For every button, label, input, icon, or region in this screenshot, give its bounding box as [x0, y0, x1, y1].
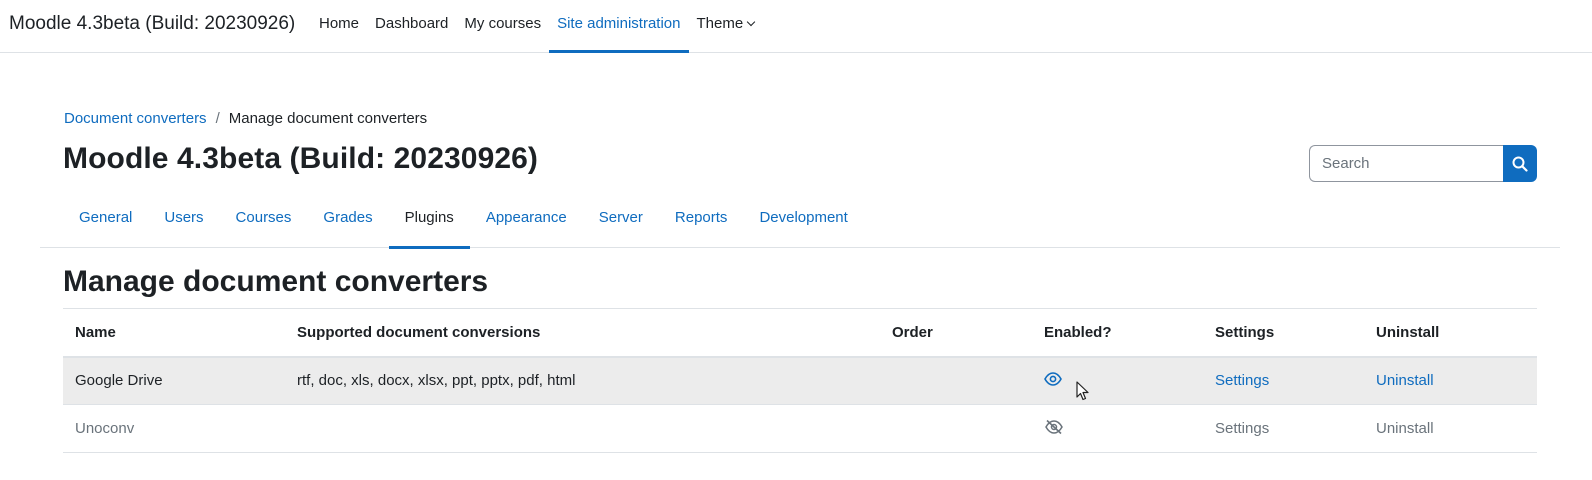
nav-theme-label: Theme: [696, 15, 744, 32]
table-header-row: Name Supported document conversions Orde…: [63, 308, 1537, 358]
converter-name: Google Drive: [63, 356, 285, 405]
nav-home[interactable]: Home: [311, 0, 367, 53]
header-settings: Settings: [1203, 308, 1364, 358]
converter-uninstall-cell: Uninstall: [1364, 356, 1537, 405]
search-input[interactable]: [1309, 145, 1503, 182]
eye-slash-icon[interactable]: [1044, 419, 1064, 439]
secondary-navigation: General Users Courses Grades Plugins App…: [40, 198, 1560, 249]
breadcrumb-separator: /: [215, 110, 220, 127]
settings-link[interactable]: Settings: [1215, 420, 1269, 437]
search-button[interactable]: [1503, 145, 1537, 182]
breadcrumb-document-converters[interactable]: Document converters: [64, 110, 207, 127]
header-name: Name: [63, 308, 285, 358]
converter-conversions: rtf, doc, xls, docx, xlsx, ppt, pptx, pd…: [285, 356, 880, 405]
table-row: Google Drive rtf, doc, xls, docx, xlsx, …: [63, 356, 1537, 405]
site-brand[interactable]: Moodle 4.3beta (Build: 20230926): [9, 13, 295, 35]
eye-icon[interactable]: [1044, 371, 1062, 390]
tab-reports[interactable]: Reports: [659, 198, 744, 248]
tab-plugins[interactable]: Plugins: [388, 198, 471, 249]
tab-appearance[interactable]: Appearance: [470, 198, 583, 248]
settings-link[interactable]: Settings: [1215, 372, 1269, 389]
header-uninstall: Uninstall: [1364, 308, 1537, 358]
header-conversions: Supported document conversions: [285, 308, 880, 358]
nav-theme-dropdown[interactable]: Theme: [689, 0, 763, 53]
converter-enabled-cell: [1032, 356, 1203, 405]
nav-my-courses[interactable]: My courses: [456, 0, 549, 53]
tab-grades[interactable]: Grades: [307, 198, 388, 248]
primary-navigation: Home Dashboard My courses Site administr…: [311, 0, 762, 53]
tab-general[interactable]: General: [63, 198, 148, 248]
top-navbar: Moodle 4.3beta (Build: 20230926) Home Da…: [0, 0, 1592, 53]
converter-order: [880, 404, 1032, 453]
mouse-cursor-icon: [1076, 381, 1089, 401]
chevron-down-icon: [746, 17, 756, 27]
converter-settings-cell: Settings: [1203, 356, 1364, 405]
tab-courses[interactable]: Courses: [220, 198, 308, 248]
table-row: Unoconv Settings Uninstall: [63, 404, 1537, 453]
converter-conversions: [285, 404, 880, 453]
tab-development[interactable]: Development: [743, 198, 863, 248]
tab-users[interactable]: Users: [148, 198, 219, 248]
uninstall-link[interactable]: Uninstall: [1376, 420, 1434, 437]
header-enabled: Enabled?: [1032, 308, 1203, 358]
converters-table: Name Supported document conversions Orde…: [63, 308, 1537, 453]
header-order: Order: [880, 308, 1032, 358]
converter-name: Unoconv: [63, 404, 285, 453]
tab-server[interactable]: Server: [583, 198, 659, 248]
breadcrumb: Document converters / Manage document co…: [64, 110, 427, 127]
converter-settings-cell: Settings: [1203, 404, 1364, 453]
breadcrumb-current: Manage document converters: [228, 110, 428, 127]
uninstall-link[interactable]: Uninstall: [1376, 372, 1434, 389]
converter-order: [880, 356, 1032, 405]
nav-site-administration[interactable]: Site administration: [549, 0, 689, 53]
search-icon: [1512, 156, 1528, 172]
page-title: Moodle 4.3beta (Build: 20230926): [63, 142, 539, 175]
admin-search: [1309, 145, 1537, 182]
section-title: Manage document converters: [63, 265, 489, 298]
nav-dashboard[interactable]: Dashboard: [367, 0, 456, 53]
converter-enabled-cell: [1032, 404, 1203, 453]
converter-uninstall-cell: Uninstall: [1364, 404, 1537, 453]
